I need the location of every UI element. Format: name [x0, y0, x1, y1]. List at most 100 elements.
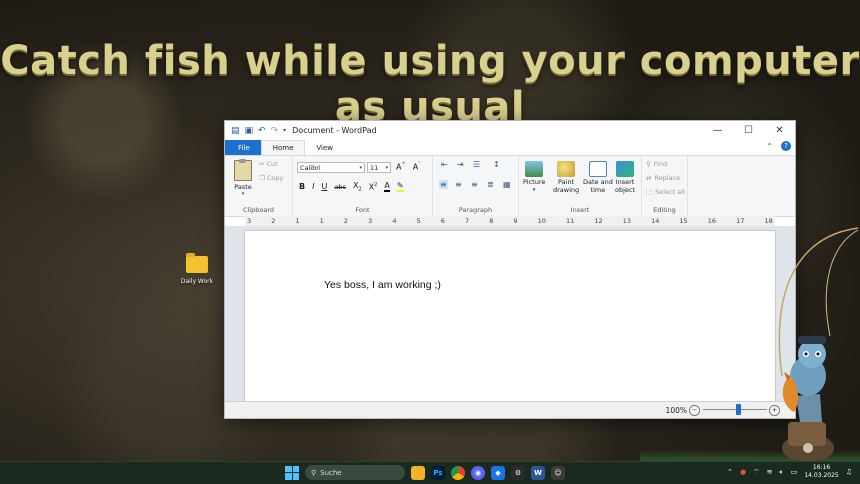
clock-date: 14.03.2025: [804, 472, 839, 479]
superscript-icon[interactable]: X2: [369, 182, 378, 192]
clock-time: 16:16: [812, 464, 831, 471]
insert-object-button[interactable]: Insert object: [615, 161, 635, 194]
desktop-folder-daily-work[interactable]: Daily Work: [178, 253, 216, 285]
ruler-label: 14: [651, 217, 660, 225]
ruler-labels: 3 2 1 1 2 3 4 5 6 7 8 9 10 11 12 13 14 15 16 17 18: [245, 217, 775, 226]
align-right-icon[interactable]: ≡: [471, 180, 478, 189]
security-icon[interactable]: ●: [740, 468, 746, 476]
document-text[interactable]: Yes boss, I am working ;): [324, 279, 441, 291]
steam-icon[interactable]: ⚙: [511, 465, 525, 480]
grow-font-icon[interactable]: A^: [396, 162, 406, 172]
redo-icon[interactable]: ↷: [271, 126, 279, 136]
paint-drawing-button[interactable]: Paint drawing: [553, 161, 579, 194]
zoom-slider-track[interactable]: [703, 409, 767, 410]
quick-access-toolbar: ▤ ▣ ↶ ↷ ▾: [225, 126, 286, 136]
undo-icon[interactable]: ↶: [258, 126, 266, 136]
help-icon[interactable]: ?: [781, 141, 791, 151]
chevron-down-icon: ▾: [359, 164, 362, 171]
document-area: Yes boss, I am working ;): [225, 226, 795, 402]
chevron-up-icon[interactable]: ⌃: [727, 468, 733, 476]
replace-label: Replace: [654, 174, 681, 182]
decrease-indent-icon[interactable]: ⇤: [441, 160, 448, 169]
picture-button[interactable]: Picture ▾: [523, 161, 545, 194]
list-icon[interactable]: ☰: [473, 160, 480, 169]
cut-button[interactable]: ✂ Cut: [259, 160, 278, 168]
copy-button[interactable]: ❐ Copy: [259, 174, 283, 182]
tab-view[interactable]: View: [305, 140, 344, 155]
wordpad-window: ▤ ▣ ↶ ↷ ▾ Document - WordPad — ☐ ✕ File …: [224, 120, 796, 419]
ruler-label: 10: [537, 217, 546, 225]
underline-icon[interactable]: U: [321, 182, 327, 191]
ribbon-tabs: File Home View ⌃ ?: [225, 140, 795, 156]
status-bar: 100% − +: [225, 401, 795, 418]
date-time-button[interactable]: Date and time: [583, 161, 613, 194]
ruler-label: 6: [440, 217, 445, 225]
ruler-label: 8: [489, 217, 494, 225]
paste-button[interactable]: Paste ▾: [233, 159, 253, 197]
volume-icon[interactable]: 🔈︎: [780, 468, 784, 477]
wifi-icon[interactable]: ≋: [767, 468, 773, 476]
binoculars-icon: ⚲: [646, 160, 651, 168]
ruler-label: 5: [416, 217, 421, 225]
notification-bell-icon[interactable]: ♫: [846, 468, 852, 476]
object-icon: [616, 161, 635, 177]
wordpad-app-icon[interactable]: ▤: [231, 126, 240, 136]
chrome-icon[interactable]: [451, 465, 465, 480]
text-color-icon[interactable]: A: [384, 181, 390, 193]
taskbar-clock[interactable]: 16:16 14.03.2025: [804, 464, 838, 480]
select-all-button[interactable]: ⬚ Select all: [646, 188, 685, 196]
find-button[interactable]: ⚲ Find: [646, 160, 667, 168]
strikethrough-icon[interactable]: abc: [334, 183, 346, 191]
title-bar: ▤ ▣ ↶ ↷ ▾ Document - WordPad — ☐ ✕: [225, 121, 795, 140]
increase-indent-icon[interactable]: ⇥: [457, 160, 464, 169]
discord-icon[interactable]: ◉: [471, 465, 485, 480]
save-icon[interactable]: ▣: [245, 126, 254, 136]
highlight-icon[interactable]: ✎: [396, 181, 404, 193]
replace-button[interactable]: ⇄ Replace: [646, 174, 680, 182]
ruler-label: 3: [247, 217, 252, 225]
group-editing: ⚲ Find ⇄ Replace ⬚ Select all Editing: [642, 156, 688, 216]
replace-icon: ⇄: [646, 174, 652, 182]
tab-file[interactable]: File: [225, 140, 261, 155]
photoshop-icon[interactable]: Ps: [431, 465, 445, 480]
font-size-select[interactable]: 11 ▾: [367, 162, 391, 173]
subscript-icon[interactable]: X2: [353, 181, 362, 193]
paragraph-settings-icon[interactable]: ▦: [503, 180, 511, 189]
fisher-character[interactable]: [760, 226, 860, 466]
battery-icon[interactable]: ▭: [791, 468, 798, 476]
close-button[interactable]: ✕: [764, 121, 795, 140]
collapse-ribbon-icon[interactable]: ⌃: [766, 142, 773, 151]
minimize-button[interactable]: —: [702, 121, 733, 140]
zoom-level: 100%: [665, 406, 687, 415]
line-spacing-icon[interactable]: ↕: [493, 160, 500, 169]
document-page[interactable]: Yes boss, I am working ;): [244, 230, 776, 402]
zoom-out-button[interactable]: −: [689, 405, 700, 416]
start-button[interactable]: [285, 465, 299, 480]
maximize-button[interactable]: ☐: [733, 121, 764, 140]
font-family-select[interactable]: Calibri ▾: [297, 162, 365, 173]
zoom-slider-thumb[interactable]: [736, 404, 741, 415]
file-explorer-icon[interactable]: [411, 465, 425, 480]
wordpad-taskbar-icon[interactable]: W: [531, 465, 545, 480]
date-time-label-2: time: [590, 185, 606, 194]
italic-icon[interactable]: I: [312, 182, 314, 191]
ruler-label: 7: [464, 217, 470, 225]
ribbon: Paste ▾ ✂ Cut ❐ Copy Clipboard Calibri ▾ 1…: [225, 156, 795, 217]
chevron-down-icon: ▾: [241, 191, 245, 197]
justify-icon[interactable]: ≣: [487, 180, 494, 189]
network-icon[interactable]: ⌔: [753, 468, 760, 477]
fishing-app-icon[interactable]: ☺: [551, 465, 565, 480]
ruler-label: 9: [513, 217, 518, 225]
align-left-icon[interactable]: ≡: [439, 180, 448, 189]
paint-drawing-label-2: drawing: [553, 185, 580, 194]
shrink-font-icon[interactable]: Aˇ: [413, 162, 421, 172]
taskbar-search[interactable]: ⚲ Suche: [305, 465, 405, 480]
bold-icon[interactable]: B: [299, 182, 305, 191]
maps-icon[interactable]: ◆: [491, 465, 505, 480]
tab-home[interactable]: Home: [260, 140, 306, 155]
ruler-label: 4: [392, 217, 397, 225]
copy-label: Copy: [266, 174, 284, 182]
ruler-label: 3: [368, 217, 373, 225]
align-center-icon[interactable]: ≡: [455, 180, 462, 189]
customize-qat-icon[interactable]: ▾: [283, 127, 286, 134]
